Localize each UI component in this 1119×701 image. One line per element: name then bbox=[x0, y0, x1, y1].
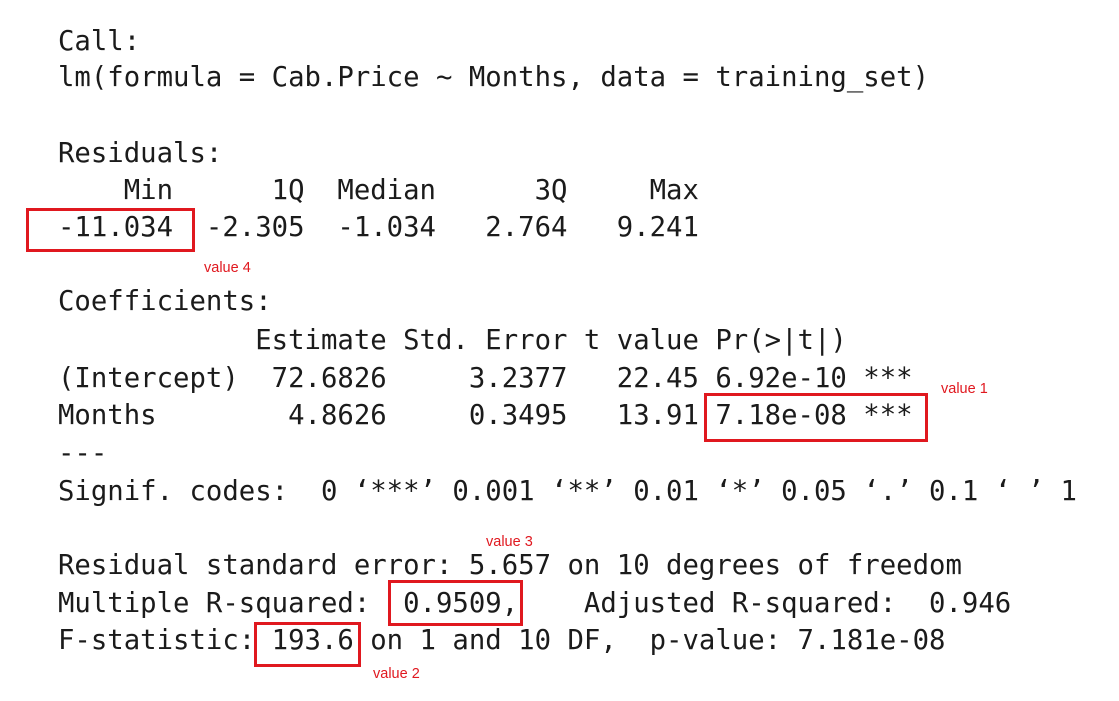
label-value-2: value 2 bbox=[373, 666, 420, 682]
residual-standard-error: Residual standard error: 5.657 on 10 deg… bbox=[58, 550, 962, 581]
coefficients-header: Coefficients: bbox=[58, 286, 272, 317]
label-value-3: value 3 bbox=[486, 534, 533, 550]
coefficients-column-headers: Estimate Std. Error t value Pr(>|t|) bbox=[58, 325, 913, 356]
residuals-column-headers: Min 1Q Median 3Q Max bbox=[58, 175, 716, 206]
call-header: Call: bbox=[58, 26, 141, 57]
residuals-header: Residuals: bbox=[58, 138, 223, 169]
label-value-4: value 4 bbox=[204, 260, 251, 276]
highlight-box-value-4 bbox=[26, 208, 195, 252]
separator: --- bbox=[58, 438, 108, 469]
lm-call: lm(formula = Cab.Price ~ Months, data = … bbox=[58, 62, 930, 93]
coefficient-row-intercept: (Intercept) 72.6826 3.2377 22.45 6.92e-1… bbox=[58, 363, 913, 394]
highlight-box-value-3 bbox=[388, 580, 523, 626]
signif-codes: Signif. codes: 0 ‘***’ 0.001 ‘**’ 0.01 ‘… bbox=[58, 476, 1077, 507]
label-value-1: value 1 bbox=[941, 381, 988, 397]
r-squared-line: Multiple R-squared: 0.9509, Adjusted R-s… bbox=[58, 588, 1028, 619]
highlight-box-value-1 bbox=[704, 393, 928, 442]
r-console-output: Call: lm(formula = Cab.Price ~ Months, d… bbox=[0, 0, 1119, 701]
highlight-box-value-2 bbox=[254, 622, 361, 667]
f-statistic-line: F-statistic: 193.6 on 1 and 10 DF, p-val… bbox=[58, 625, 946, 656]
